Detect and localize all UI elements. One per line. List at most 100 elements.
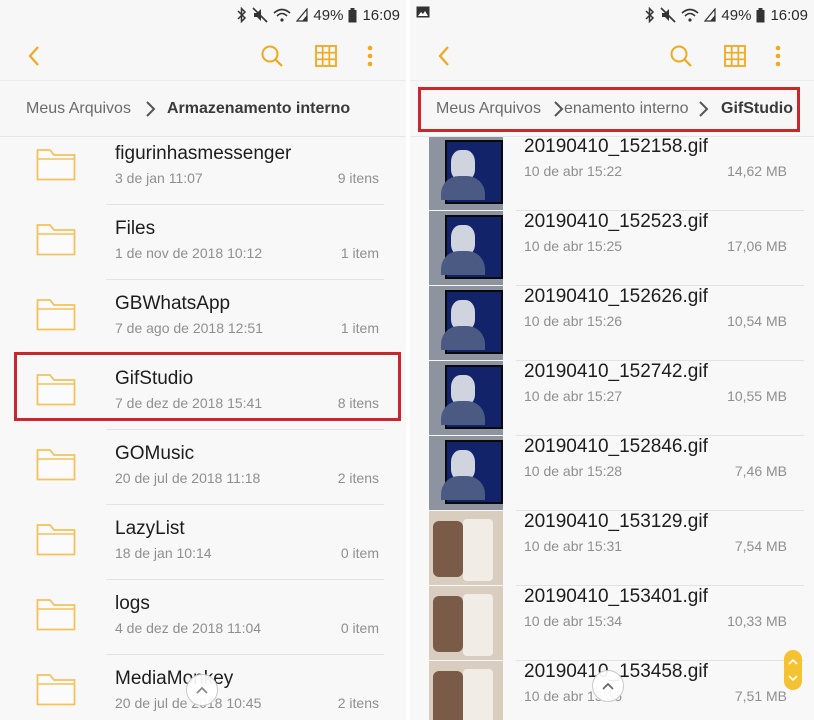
folder-icon [36, 149, 76, 181]
status-bar: 49% 16:09 [410, 0, 814, 30]
chevron-up-icon [602, 682, 614, 690]
gif-thumbnail [429, 137, 503, 210]
list-item[interactable]: logs 4 de dez de 2018 11:04 0 item [0, 580, 406, 655]
file-date: 10 de abr 15:27 [524, 388, 623, 404]
breadcrumb-separator-icon [146, 101, 156, 117]
list-item[interactable]: Files 1 de nov de 2018 10:12 1 item [0, 205, 406, 280]
folder-item-count: 1 item [340, 245, 379, 261]
folder-name: figurinhasmessenger [115, 143, 292, 164]
file-size: 10,55 MB [727, 388, 787, 404]
list-item[interactable]: LazyList 18 de jan 10:14 0 item [0, 505, 406, 580]
folder-item-count: 2 itens [337, 470, 379, 486]
file-size: 10,54 MB [727, 313, 787, 329]
file-size: 7,46 MB [734, 463, 787, 479]
file-size: 7,54 MB [734, 538, 787, 554]
list-item[interactable]: 20190410_153401.gif 10 de abr 15:34 10,3… [410, 586, 814, 661]
file-date: 10 de abr 15:26 [524, 313, 623, 329]
breadcrumb-root[interactable]: Meus Arquivos [26, 100, 131, 118]
folder-icon [36, 674, 76, 706]
file-size: 7,51 MB [734, 688, 787, 704]
breadcrumb-current: Armazenamento interno [167, 100, 351, 117]
bluetooth-icon [237, 7, 247, 23]
mute-icon [252, 7, 268, 23]
signal-icon [296, 8, 309, 22]
back-chevron-icon[interactable] [430, 42, 458, 70]
folder-icon [36, 224, 76, 256]
file-date: 10 de abr 15:25 [524, 238, 623, 254]
fast-scroll-handle[interactable] [784, 650, 802, 690]
folder-name: GOMusic [115, 443, 195, 464]
folder-list: figurinhasmessenger 3 de jan 11:07 9 ite… [0, 137, 406, 720]
folder-name: GBWhatsApp [115, 293, 231, 314]
folder-date: 18 de jan 10:14 [115, 545, 212, 561]
battery-percent: 49% [721, 6, 752, 24]
toolbar [410, 30, 814, 80]
signal-icon [704, 8, 717, 22]
gif-thumbnail [429, 586, 503, 660]
file-name: 20190410_152846.gif [524, 436, 708, 457]
file-name: 20190410_152158.gif [524, 137, 708, 157]
folder-item-count: 9 itens [337, 170, 379, 186]
search-icon[interactable] [258, 42, 286, 70]
file-list: 20190410_152158.gif 10 de abr 15:22 14,6… [410, 137, 814, 720]
list-item[interactable]: GOMusic 20 de jul de 2018 11:18 2 itens [0, 430, 406, 505]
left-screen: 49% 16:09 Meus Arquivos Armazenamento in… [0, 0, 406, 720]
folder-icon [36, 524, 76, 556]
gif-thumbnail [429, 211, 503, 285]
folder-icon [36, 599, 76, 631]
scroll-to-top-button[interactable] [186, 674, 218, 706]
wifi-icon [681, 8, 699, 22]
highlight-box [14, 352, 401, 421]
folder-icon [36, 299, 76, 331]
gif-thumbnail [429, 511, 503, 585]
list-item[interactable]: 20190410_152742.gif 10 de abr 15:27 10,5… [410, 361, 814, 436]
gif-thumbnail [429, 436, 503, 510]
folder-item-count: 0 item [340, 545, 379, 561]
file-name: 20190410_153129.gif [524, 511, 708, 532]
folder-item-count: 0 item [340, 620, 379, 636]
back-chevron-icon[interactable] [20, 42, 48, 70]
wifi-icon [273, 8, 291, 22]
list-item[interactable]: 20190410_152158.gif 10 de abr 15:22 14,6… [410, 137, 814, 211]
chevron-up-icon [196, 686, 208, 694]
breadcrumb: Meus Arquivos Armazenamento interno [0, 80, 406, 137]
highlight-box [418, 87, 800, 132]
battery-icon [348, 7, 357, 22]
file-size: 14,62 MB [727, 163, 787, 179]
list-item[interactable]: 20190410_152626.gif 10 de abr 15:26 10,5… [410, 286, 814, 361]
search-icon[interactable] [667, 42, 695, 70]
folder-date: 4 de dez de 2018 11:04 [115, 620, 262, 636]
folder-name: LazyList [115, 518, 185, 539]
toolbar [0, 30, 406, 80]
more-vert-icon[interactable] [356, 42, 384, 70]
image-notification-icon [416, 6, 430, 18]
bluetooth-icon [645, 7, 655, 23]
folder-date: 3 de jan 11:07 [115, 170, 203, 186]
mute-icon [660, 7, 676, 23]
folder-date: 20 de jul de 2018 11:18 [115, 470, 261, 486]
list-item[interactable]: GBWhatsApp 7 de ago de 2018 12:51 1 item [0, 280, 406, 355]
file-name: 20190410_152523.gif [524, 211, 708, 232]
grid-view-icon[interactable] [721, 42, 749, 70]
file-date: 10 de abr 15:22 [524, 163, 623, 179]
file-name: 20190410_152742.gif [524, 361, 708, 382]
folder-date: 7 de ago de 2018 12:51 [115, 320, 263, 336]
folder-item-count: 1 item [340, 320, 379, 336]
clock: 16:09 [362, 6, 400, 24]
scroll-to-top-button[interactable] [592, 670, 624, 702]
list-item[interactable]: figurinhasmessenger 3 de jan 11:07 9 ite… [0, 137, 406, 205]
file-date: 10 de abr 15:31 [524, 538, 623, 554]
right-screen: 49% 16:09 Meus Arquivos enamento interno… [410, 0, 814, 720]
list-item[interactable]: 20190410_153129.gif 10 de abr 15:31 7,54… [410, 511, 814, 586]
folder-item-count: 2 itens [337, 695, 379, 711]
list-item[interactable]: 20190410_152846.gif 10 de abr 15:28 7,46… [410, 436, 814, 511]
folder-name: logs [115, 593, 150, 614]
file-name: 20190410_152626.gif [524, 286, 708, 307]
battery-icon [756, 7, 765, 22]
scroll-arrows-icon [788, 658, 798, 682]
list-item[interactable]: 20190410_152523.gif 10 de abr 15:25 17,0… [410, 211, 814, 286]
more-vert-icon[interactable] [764, 42, 792, 70]
grid-view-icon[interactable] [312, 42, 340, 70]
folder-name: Files [115, 218, 156, 239]
clock: 16:09 [770, 6, 808, 24]
